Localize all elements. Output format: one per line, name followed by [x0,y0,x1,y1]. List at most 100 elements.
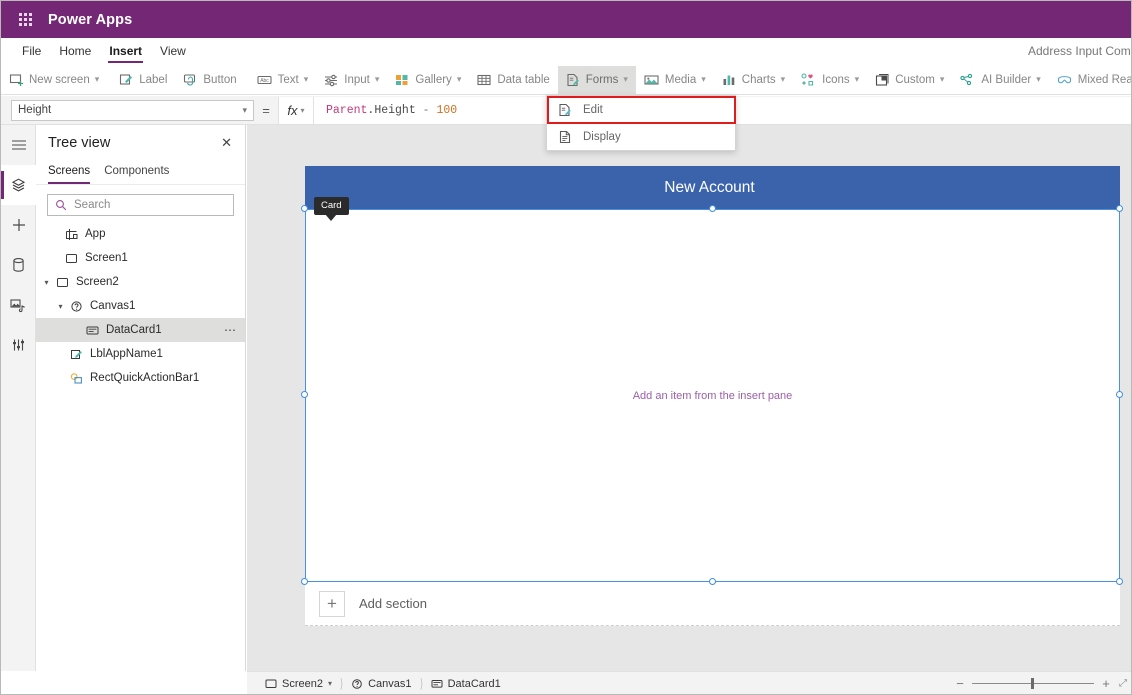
data-icon[interactable] [1,245,36,285]
fx-label: fx [287,102,298,118]
menu-item-home[interactable]: Home [50,38,100,64]
dropdown-item-edit[interactable]: Edit [547,96,735,123]
plus-icon[interactable]: + [319,590,345,617]
app-header-title: New Account [664,178,755,196]
search-placeholder: Search [74,199,111,211]
tab-screens[interactable]: Screens [48,161,91,184]
close-icon[interactable]: ✕ [217,133,236,153]
zoom-slider[interactable] [972,678,1094,690]
gallery-icon [395,73,409,87]
breadcrumb-datacard1[interactable]: DataCard1 [425,673,507,695]
forms-dropdown-menu[interactable]: Edit Display [546,95,736,151]
label-icon [119,73,133,87]
property-selector-value: Height [18,104,52,116]
ribbon-custom[interactable]: Custom ▾ [867,66,952,94]
dropdown-item-label: Edit [583,103,603,116]
breadcrumb-screen2[interactable]: Screen2 ▾ [259,673,338,695]
ribbon-ai-builder[interactable]: AI Builder ▾ [952,66,1048,94]
add-section-row[interactable]: + Add section [305,582,1120,626]
tab-components[interactable]: Components [104,161,169,184]
form-card-region[interactable]: Add an item from the insert pane [305,209,1120,582]
selection-handle-bottom-center[interactable] [709,578,716,585]
tree-node-rectquickactionbar1[interactable]: RectQuickActionBar1 [36,366,245,390]
selection-handle-top-right[interactable] [1116,205,1123,212]
hamburger-icon[interactable] [1,125,36,165]
ribbon-text[interactable]: Abc Text ▾ [249,66,317,94]
tree-view-header: Tree view ✕ [36,125,245,161]
form-edit-icon [558,103,572,117]
tree-view-icon[interactable] [1,165,36,205]
selection-handle-top-center[interactable] [709,205,716,212]
zoom-in-button[interactable]: + [1097,676,1115,691]
fx-button[interactable]: fx ▾ [278,96,314,124]
rect-node-icon [67,372,86,385]
app-brand-title: Power Apps [48,11,133,28]
chevron-down-icon[interactable]: ▾ [328,679,332,688]
waffle-grid-icon[interactable] [10,13,40,26]
tree-view-tabs: Screens Components [36,161,245,185]
tree-node-screen2[interactable]: ▾ Screen2 [36,270,245,294]
menu-item-file[interactable]: File [13,38,50,64]
ribbon-label: Media [664,73,697,86]
breadcrumb-separator: ⟩ [419,675,423,691]
menu-item-view[interactable]: View [151,38,195,64]
property-selector[interactable]: Height ▾ [11,99,254,121]
search-input[interactable]: Search [47,194,234,216]
insert-plus-icon[interactable] [1,205,36,245]
chevron-down-icon[interactable]: ▾ [54,302,67,311]
breadcrumb-label: Canvas1 [368,677,412,690]
chevron-down-icon[interactable]: ▾ [40,278,53,287]
ribbon-media[interactable]: Media ▾ [636,66,714,94]
canvas-icon [67,300,86,313]
chevron-down-icon: ▾ [456,74,462,84]
dropdown-item-display[interactable]: Display [547,123,735,150]
selection-handle-top-left[interactable] [301,205,308,212]
menu-item-insert[interactable]: Insert [100,38,151,64]
chevron-down-icon: ▾ [303,74,309,84]
selection-handle-bottom-right[interactable] [1116,578,1123,585]
ribbon-gallery[interactable]: Gallery ▾ [387,66,469,94]
app-canvas[interactable]: New Account Card Add an item from the in… [301,166,1123,626]
chevron-down-icon: ▾ [374,74,380,84]
ribbon-new-screen[interactable]: New screen ▾ [1,66,107,94]
media-icon [644,73,659,87]
tree-node-canvas1[interactable]: ▾ Canvas1 [36,294,245,318]
ribbon-input[interactable]: Input ▾ [316,66,387,94]
ribbon-data-table[interactable]: Data table [469,66,557,94]
input-icon [324,73,338,87]
data-table-icon [477,73,491,87]
ribbon-icons[interactable]: Icons ▾ [793,66,867,94]
ribbon-button-control[interactable]: Button [175,66,244,94]
canvas-area[interactable]: New Account Card Add an item from the in… [247,125,1131,671]
card-badge-tooltip: Card [314,197,349,221]
tree-node-datacard1[interactable]: DataCard1 ⋯ [36,318,245,342]
app-icon [62,228,81,241]
ribbon-mixed-reality[interactable]: Mixed Reality ▾ [1049,66,1131,94]
tree-node-lblappname1[interactable]: LblAppName1 [36,342,245,366]
ribbon-charts[interactable]: Charts ▾ [714,66,793,94]
advanced-settings-icon[interactable] [1,325,36,365]
form-display-icon [558,130,572,144]
tree-node-label: Screen2 [76,276,119,288]
zoom-control: − + ⤢ [951,676,1127,691]
media-library-icon[interactable] [1,285,36,325]
chevron-down-icon: ▾ [854,74,860,84]
zoom-out-button[interactable]: − [951,676,969,691]
selection-handle-mid-right[interactable] [1116,391,1123,398]
ribbon-forms[interactable]: Forms ▾ [557,65,636,94]
tree-node-app[interactable]: App [36,222,245,246]
formula-dot: . [367,103,375,117]
left-icon-rail [1,125,36,671]
tree-node-label: App [85,228,106,240]
tree-node-label: LblAppName1 [90,348,163,360]
tree-node-screen1[interactable]: Screen1 [36,246,245,270]
selection-handle-bottom-left[interactable] [301,578,308,585]
fit-screen-icon[interactable]: ⤢ [1119,678,1127,689]
breadcrumb-canvas1[interactable]: Canvas1 [345,673,417,695]
app-header-bar[interactable]: New Account [305,166,1120,209]
more-options-icon[interactable]: ⋯ [224,324,237,336]
ribbon-label-control[interactable]: Label [111,66,175,94]
selection-handle-mid-left[interactable] [301,391,308,398]
tree-node-label: Screen1 [85,252,128,264]
zoom-slider-thumb[interactable] [1030,678,1034,689]
